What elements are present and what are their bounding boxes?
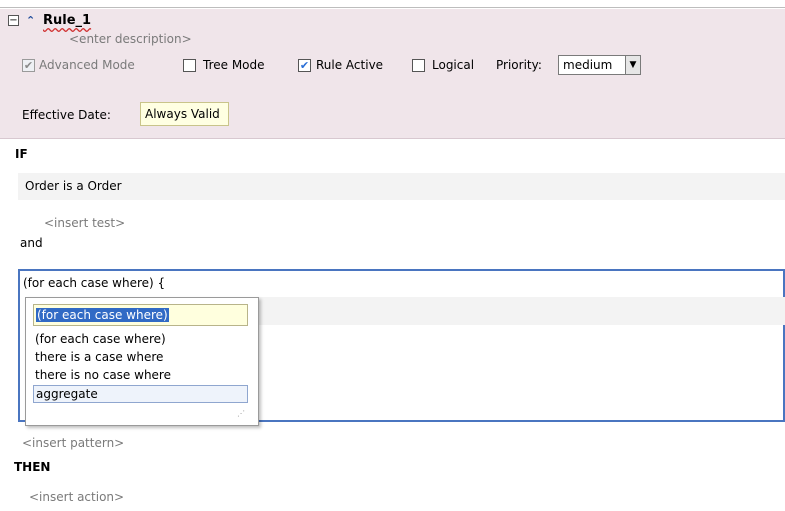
advanced-mode-label: Advanced Mode [39, 58, 135, 72]
logical-label: Logical [432, 58, 475, 72]
if-keyword: IF [15, 147, 28, 161]
pattern-text[interactable]: Order is a Order [25, 179, 122, 193]
popup-option-selected[interactable]: aggregate [33, 385, 248, 403]
advanced-mode-checkbox[interactable]: ✔ [22, 59, 35, 72]
and-label: and [20, 236, 43, 250]
chevron-down-icon[interactable]: ▼ [625, 56, 640, 74]
resize-grip-icon[interactable]: ⋰ [237, 409, 245, 418]
rule-active-label: Rule Active [316, 58, 384, 72]
insert-test-placeholder[interactable]: <insert test> [44, 216, 125, 230]
rule-active-checkbox[interactable]: ✔ [298, 59, 311, 72]
popup-option[interactable]: (for each case where) [35, 332, 166, 346]
popup-input[interactable]: (for each case where) [33, 304, 248, 326]
pattern-row[interactable]: Order is a Order [18, 173, 785, 200]
nested-pattern-row [250, 297, 785, 325]
description-placeholder[interactable]: <enter description> [69, 32, 192, 46]
chevron-up-icon[interactable]: ⌃ [26, 14, 35, 27]
effective-date-field[interactable]: Always Valid [140, 102, 229, 126]
insert-pattern-placeholder[interactable]: <insert pattern> [22, 436, 124, 450]
priority-label: Priority: [496, 58, 542, 72]
rule-name[interactable]: Rule_1 [43, 13, 91, 28]
quantifier-popup: (for each case where) (for each case whe… [25, 297, 259, 426]
popup-option[interactable]: there is no case where [35, 368, 171, 382]
logical-checkbox[interactable] [412, 59, 425, 72]
then-keyword: THEN [14, 460, 51, 474]
pattern-edit-text[interactable]: (for each case where) { [23, 276, 165, 290]
effective-date-value: Always Valid [145, 107, 220, 121]
insert-action-placeholder[interactable]: <insert action> [29, 490, 124, 504]
top-divider [0, 0, 785, 8]
rule-header-panel [0, 9, 785, 139]
priority-value: medium [563, 58, 613, 72]
collapse-icon[interactable]: − [8, 15, 19, 26]
tree-mode-label: Tree Mode [203, 58, 265, 72]
popup-input-selection: (for each case where) [36, 308, 169, 322]
priority-select[interactable]: medium ▼ [558, 55, 641, 75]
tree-mode-checkbox[interactable] [183, 59, 196, 72]
popup-option[interactable]: there is a case where [35, 350, 163, 364]
effective-date-label: Effective Date: [22, 108, 111, 122]
